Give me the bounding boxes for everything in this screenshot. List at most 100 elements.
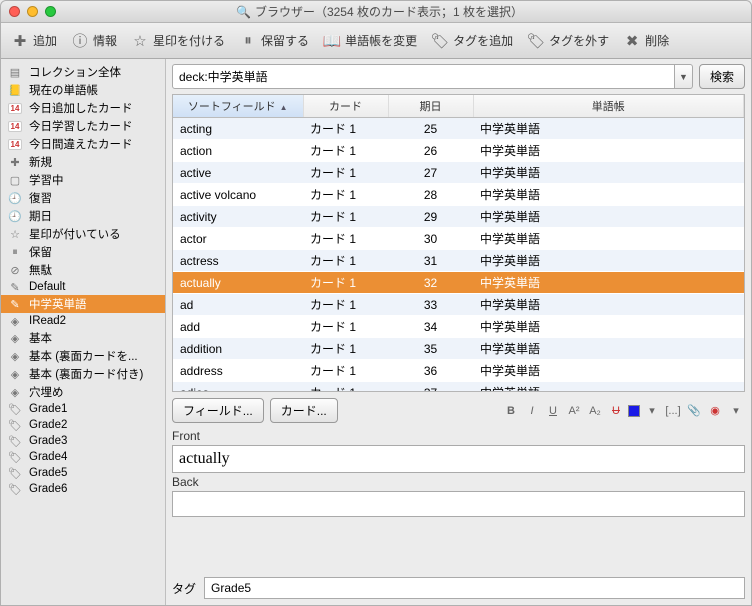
table-row[interactable]: addressカード 136中学英単語 [173,360,744,382]
sidebar-item[interactable]: 🏷Grade4 [1,449,165,465]
remove-tag-button[interactable]: 🏷タグを外す [523,30,613,52]
star-icon: ☆ [7,227,23,241]
sidebar-item[interactable]: ◈穴埋め [1,383,165,401]
cell: 中学英単語 [473,294,744,316]
sidebar-item-label: 今日間違えたカード [29,136,133,152]
cell: 25 [388,118,473,140]
sidebar-item[interactable]: 14今日追加したカード [1,99,165,117]
sidebar-item[interactable]: 🏷Grade3 [1,433,165,449]
sidebar-item[interactable]: ▢学習中 [1,171,165,189]
table-row[interactable]: additionカード 135中学英単語 [173,338,744,360]
table-row[interactable]: addカード 134中学英単語 [173,316,744,338]
italic-button[interactable]: I [523,403,541,419]
format-toolbar: B I U A² A₂ U ▾ [...] 📎 ◉ ▾ [502,403,745,419]
sidebar-item-label: 基本 (裏面カードを... [29,348,138,364]
collection-icon: ▤ [7,65,23,79]
table-row[interactable]: adiosカード 137中学英単語 [173,382,744,393]
window-title: 🔍ブラウザー（3254 枚のカード表示；1 枚を選択） [16,3,743,20]
pencil-icon: ✎ [7,280,23,294]
more-button[interactable]: ▾ [727,403,745,419]
sidebar-item-label: 保留 [29,244,52,260]
table-row[interactable]: actressカード 131中学英単語 [173,250,744,272]
tag-input[interactable] [204,577,745,599]
sidebar-item[interactable]: ◈基本 (裏面カード付き) [1,365,165,383]
add-tag-button[interactable]: 🏷タグを追加 [427,30,517,52]
star-icon: ☆ [131,32,149,50]
bold-button[interactable]: B [502,403,520,419]
subscript-button[interactable]: A₂ [586,403,604,419]
sidebar-item[interactable]: 14今日学習したカード [1,117,165,135]
table-row[interactable]: adカード 133中学英単語 [173,294,744,316]
cloze-button[interactable]: [...] [664,403,682,419]
sidebar-item[interactable]: 🏷Grade6 [1,481,165,497]
search-button[interactable]: 検索 [699,64,745,89]
attach-button[interactable]: 📎 [685,403,703,419]
sidebar-item[interactable]: 🏷Grade2 [1,417,165,433]
table-row[interactable]: actingカード 125中学英単語 [173,118,744,140]
column-header[interactable]: ソートフィールド▲ [173,95,303,118]
sidebar-item[interactable]: 14今日間違えたカード [1,135,165,153]
remove-format-button[interactable]: U [607,403,625,419]
sidebar-item[interactable]: 🕘期日 [1,207,165,225]
sidebar-item[interactable]: 🕘復習 [1,189,165,207]
superscript-button[interactable]: A² [565,403,583,419]
sidebar-item-label: IRead2 [29,315,66,327]
sidebar-item[interactable]: 📒現在の単語帳 [1,81,165,99]
search-input[interactable] [172,64,675,89]
info-button[interactable]: ⓘ情報 [67,30,121,52]
table-row[interactable]: actionカード 126中学英単語 [173,140,744,162]
sidebar-item[interactable]: ◈基本 (裏面カードを... [1,347,165,365]
hold-button[interactable]: ⏸保留する [235,30,313,52]
search-dropdown[interactable]: ▼ [675,64,693,89]
sidebar-item-label: コレクション全体 [29,64,121,80]
sidebar-item[interactable]: ◈IRead2 [1,313,165,329]
cell: 中学英単語 [473,140,744,162]
cell: active [173,162,303,184]
delete-button[interactable]: ✖削除 [619,30,673,52]
cell: 中学英単語 [473,382,744,393]
sidebar-item-label: 基本 (裏面カード付き) [29,366,143,382]
sidebar-item[interactable]: ✚ 新規 [1,153,165,171]
sidebar-item[interactable]: ▤ コレクション全体 [1,63,165,81]
color-dropdown[interactable]: ▾ [643,403,661,419]
sidebar-item-label: 星印が付いている [29,226,121,242]
cell: 26 [388,140,473,162]
change-deck-button[interactable]: 📖単語帳を変更 [319,30,421,52]
table-row[interactable]: actuallyカード 132中学英単語 [173,272,744,294]
column-header[interactable]: 期日 [388,95,473,118]
sidebar-item-label: 新規 [29,154,52,170]
sidebar-item[interactable]: 🏷Grade1 [1,401,165,417]
front-field[interactable] [172,445,745,473]
cell: カード 1 [303,162,388,184]
delete-icon: ✖ [623,32,641,50]
cell: adios [173,382,303,393]
sidebar-item[interactable]: ☆ 星印が付いている [1,225,165,243]
underline-button[interactable]: U [544,403,562,419]
sidebar-item[interactable]: ⊘無駄 [1,261,165,279]
column-header[interactable]: カード [303,95,388,118]
sidebar-item-label: 基本 [29,330,52,346]
column-header[interactable]: 単語帳 [473,95,744,118]
table-row[interactable]: activityカード 129中学英単語 [173,206,744,228]
fields-button[interactable]: フィールド... [172,398,264,423]
color-swatch[interactable] [628,405,640,417]
record-button[interactable]: ◉ [706,403,724,419]
table-row[interactable]: actorカード 130中学英単語 [173,228,744,250]
sidebar-item[interactable]: ⏸保留 [1,243,165,261]
sidebar-item[interactable]: ✎Default [1,279,165,295]
table-row[interactable]: activeカード 127中学英単語 [173,162,744,184]
book-icon: 📖 [323,32,341,50]
add-button[interactable]: ✚追加 [7,30,61,52]
star-button[interactable]: ☆星印を付ける [127,30,229,52]
cards-button[interactable]: カード... [270,398,338,423]
tag-minus-icon: 🏷 [527,32,545,50]
sidebar-item[interactable]: ◈基本 [1,329,165,347]
back-field[interactable] [172,491,745,517]
search-icon: 🔍 [236,5,251,19]
sidebar-item[interactable]: ✎中学英単語 [1,295,165,313]
sidebar-item[interactable]: 🏷Grade5 [1,465,165,481]
table-row[interactable]: active volcanoカード 128中学英単語 [173,184,744,206]
cell: 中学英単語 [473,360,744,382]
plus-icon: ✚ [7,155,23,169]
cell: 30 [388,228,473,250]
